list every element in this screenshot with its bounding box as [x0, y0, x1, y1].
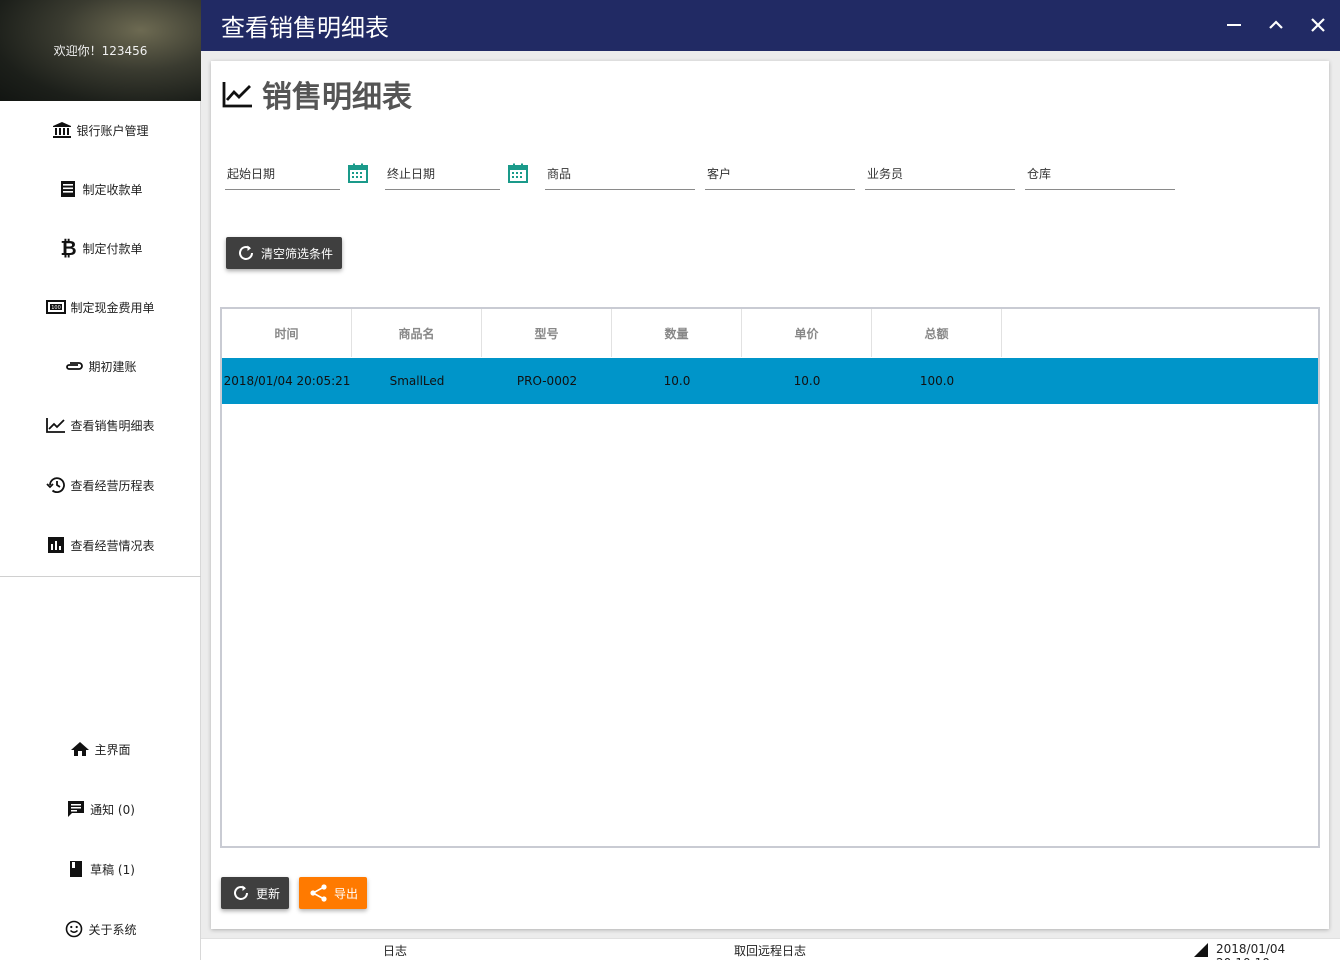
status-bar: 日志 取回远程日志 2018/01/04 20:10:10 [201, 938, 1340, 960]
smile-icon [64, 919, 84, 939]
customer-field[interactable] [705, 160, 855, 190]
nav-sales-detail[interactable]: 查看销售明细表 [0, 405, 201, 445]
product-field[interactable] [545, 160, 695, 190]
sidebar-divider [0, 576, 201, 577]
refresh-button[interactable]: 更新 [221, 877, 289, 909]
welcome-text: 欢迎你！123456 [53, 44, 148, 58]
nav-cash-expense[interactable]: 100 制定现金费用单 [0, 287, 201, 327]
cell-product-name: SmallLed [389, 374, 445, 388]
sales-table: 时间 商品名 型号 数量 单价 总额 2018/01/04 20:05:21 S… [220, 307, 1320, 848]
page-title-text: 销售明细表 [262, 80, 412, 115]
refresh-icon [234, 885, 248, 900]
column-header-total[interactable]: 总额 [872, 309, 1002, 357]
calendar-icon [348, 163, 368, 183]
home-icon [70, 739, 90, 759]
warehouse-input[interactable] [1025, 160, 1175, 188]
nav-label: 查看经营情况表 [70, 538, 155, 553]
product-input[interactable] [545, 160, 695, 188]
message-icon [66, 799, 86, 819]
warehouse-field[interactable] [1025, 160, 1175, 190]
cash-icon: 100 [46, 297, 67, 317]
start-date-input[interactable] [225, 160, 340, 188]
chevron-up-icon [1269, 20, 1283, 29]
maximize-button[interactable] [1261, 10, 1291, 40]
nav-bank-accounts[interactable]: 银行账户管理 [0, 110, 201, 150]
calendar-icon [508, 163, 528, 183]
export-label: 导出 [334, 886, 359, 901]
nav-notifications[interactable]: 通知 (0) [0, 789, 201, 829]
table-row[interactable]: 2018/01/04 20:05:21 SmallLed PRO-0002 10… [222, 358, 1318, 404]
nav-opening-account[interactable]: 期初建账 [0, 346, 201, 386]
nav-label: 查看销售明细表 [70, 418, 155, 433]
nav-business-history[interactable]: 查看经营历程表 [0, 465, 201, 505]
cell-total: 100.0 [919, 374, 955, 388]
start-date-calendar-button[interactable] [347, 162, 369, 184]
sidebar: 欢迎你！123456 银行账户管理 制定收款单 ₿ 制定付款单 100 制定现金… [0, 0, 201, 960]
start-date-field[interactable] [225, 160, 340, 190]
column-header-unit-price[interactable]: 单价 [742, 309, 872, 357]
receipt-icon [58, 179, 78, 199]
salesman-input[interactable] [865, 160, 1015, 188]
end-date-calendar-button[interactable] [507, 162, 529, 184]
end-date-input[interactable] [385, 160, 500, 188]
user-banner: 欢迎你！123456 [0, 0, 201, 101]
bar-chart-icon [46, 535, 66, 555]
trending-icon [222, 82, 252, 108]
nav-label: 查看经营历程表 [70, 478, 155, 493]
export-button[interactable]: 导出 [299, 877, 367, 909]
clear-filters-label: 清空筛选条件 [261, 246, 334, 261]
cell-unit-price: 10.0 [793, 374, 821, 388]
nav-label: 通知 (0) [90, 802, 135, 817]
remote-log-link[interactable]: 取回远程日志 [734, 942, 806, 959]
trending-icon [46, 415, 66, 435]
page-title: 销售明细表 [222, 74, 412, 115]
nav-label: 期初建账 [88, 359, 137, 374]
title-bar: 查看销售明细表 [201, 0, 1340, 51]
refresh-icon [239, 245, 253, 260]
nav-payment[interactable]: ₿ 制定付款单 [0, 228, 201, 268]
column-header-quantity[interactable]: 数量 [612, 309, 742, 357]
column-header-product-name[interactable]: 商品名 [352, 309, 482, 357]
salesman-field[interactable] [865, 160, 1015, 190]
close-icon [1311, 18, 1325, 32]
bitcoin-icon: ₿ [60, 235, 77, 260]
svg-text:100: 100 [52, 305, 62, 311]
end-date-field[interactable] [385, 160, 500, 190]
minimize-icon [1227, 24, 1241, 26]
nav-label: 制定现金费用单 [70, 300, 155, 315]
close-button[interactable] [1303, 10, 1333, 40]
minimize-button[interactable] [1219, 10, 1249, 40]
column-header-model[interactable]: 型号 [482, 309, 612, 357]
paperclip-icon [64, 356, 84, 376]
status-datetime: 2018/01/04 20:10:10 [1216, 942, 1286, 960]
book-icon [66, 859, 86, 879]
nav-label: 制定付款单 [82, 241, 143, 256]
nav-label: 主界面 [94, 742, 131, 757]
refresh-label: 更新 [256, 886, 281, 901]
nav-about[interactable]: 关于系统 [0, 909, 201, 949]
cell-quantity: 10.0 [663, 374, 691, 388]
nav-business-status[interactable]: 查看经营情况表 [0, 525, 201, 565]
share-icon [310, 884, 327, 902]
nav-drafts[interactable]: 草稿 (1) [0, 849, 201, 889]
nav-receipt[interactable]: 制定收款单 [0, 169, 201, 209]
signal-icon [1194, 943, 1208, 957]
customer-input[interactable] [705, 160, 855, 188]
log-link[interactable]: 日志 [383, 942, 407, 959]
history-icon [46, 475, 66, 495]
clear-filters-button[interactable]: 清空筛选条件 [226, 237, 342, 269]
nav-label: 银行账户管理 [76, 123, 149, 138]
cell-time: 2018/01/04 20:05:21 [223, 374, 351, 388]
table-header: 时间 商品名 型号 数量 单价 总额 [222, 309, 1002, 357]
nav-home[interactable]: 主界面 [0, 729, 201, 769]
column-header-time[interactable]: 时间 [222, 309, 352, 357]
nav-label: 关于系统 [88, 922, 137, 937]
cell-model: PRO-0002 [516, 374, 578, 388]
nav-label: 制定收款单 [82, 182, 143, 197]
nav-label: 草稿 (1) [90, 862, 135, 877]
window-title: 查看销售明细表 [221, 14, 389, 42]
bank-icon [52, 120, 72, 140]
